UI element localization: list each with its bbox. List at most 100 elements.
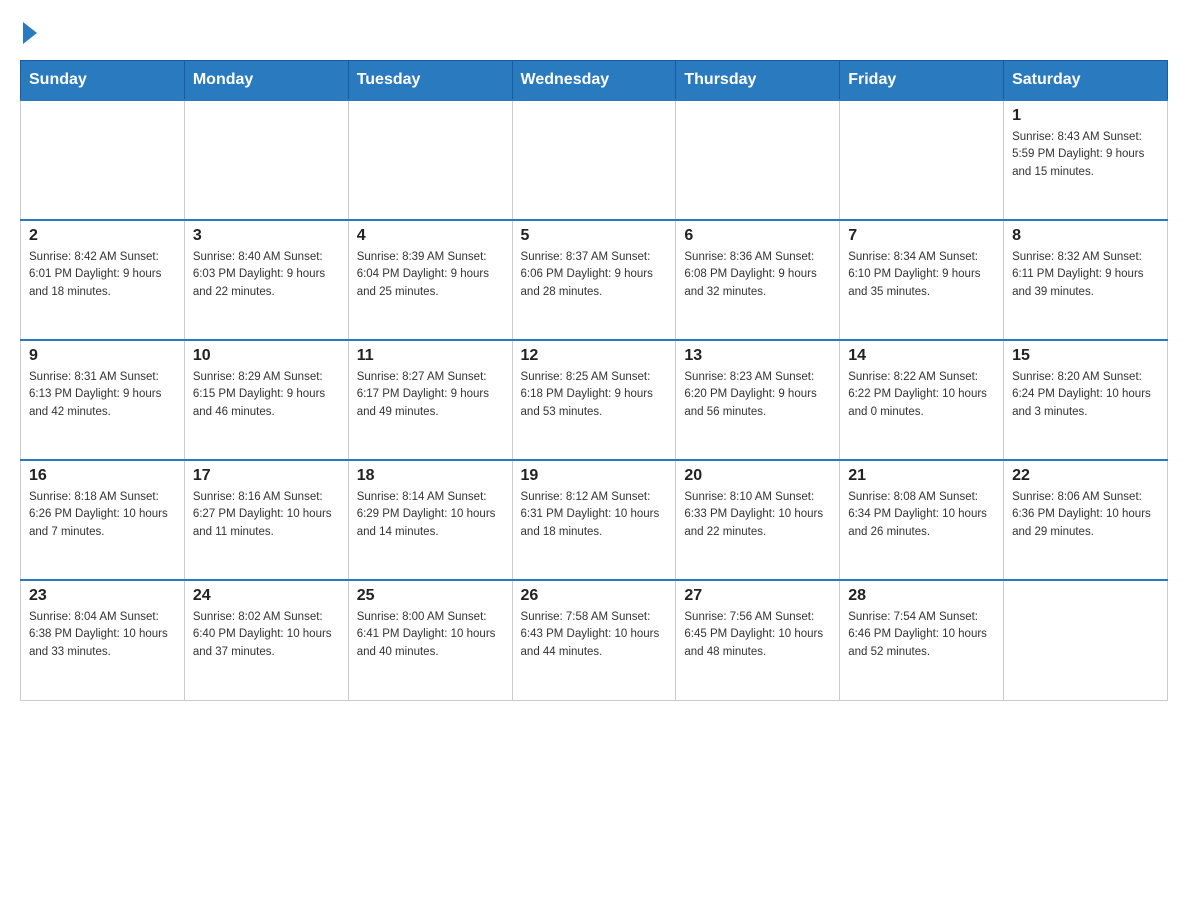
day-info: Sunrise: 8:02 AM Sunset: 6:40 PM Dayligh… (193, 609, 340, 661)
day-number: 6 (684, 227, 831, 245)
day-cell: 19 Sunrise: 8:12 AM Sunset: 6:31 PM Dayli… (512, 460, 676, 580)
weekday-header-wednesday: Wednesday (512, 61, 676, 101)
day-cell: 3 Sunrise: 8:40 AM Sunset: 6:03 PM Daylig… (184, 220, 348, 340)
day-info: Sunrise: 8:32 AM Sunset: 6:11 PM Dayligh… (1012, 249, 1159, 301)
day-number: 23 (29, 587, 176, 605)
day-info: Sunrise: 8:31 AM Sunset: 6:13 PM Dayligh… (29, 369, 176, 421)
day-cell (21, 100, 185, 220)
weekday-header-friday: Friday (840, 61, 1004, 101)
day-info: Sunrise: 8:00 AM Sunset: 6:41 PM Dayligh… (357, 609, 504, 661)
day-info: Sunrise: 8:08 AM Sunset: 6:34 PM Dayligh… (848, 489, 995, 541)
day-info: Sunrise: 8:25 AM Sunset: 6:18 PM Dayligh… (521, 369, 668, 421)
day-number: 2 (29, 227, 176, 245)
week-row-3: 9 Sunrise: 8:31 AM Sunset: 6:13 PM Daylig… (21, 340, 1168, 460)
day-info: Sunrise: 8:06 AM Sunset: 6:36 PM Dayligh… (1012, 489, 1159, 541)
day-number: 13 (684, 347, 831, 365)
day-cell: 11 Sunrise: 8:27 AM Sunset: 6:17 PM Dayli… (348, 340, 512, 460)
day-cell: 18 Sunrise: 8:14 AM Sunset: 6:29 PM Dayli… (348, 460, 512, 580)
week-row-1: 1 Sunrise: 8:43 AM Sunset: 5:59 PM Daylig… (21, 100, 1168, 220)
day-info: Sunrise: 8:23 AM Sunset: 6:20 PM Dayligh… (684, 369, 831, 421)
day-number: 5 (521, 227, 668, 245)
day-number: 3 (193, 227, 340, 245)
day-number: 11 (357, 347, 504, 365)
day-cell: 5 Sunrise: 8:37 AM Sunset: 6:06 PM Daylig… (512, 220, 676, 340)
weekday-header-tuesday: Tuesday (348, 61, 512, 101)
day-cell: 22 Sunrise: 8:06 AM Sunset: 6:36 PM Dayli… (1004, 460, 1168, 580)
day-cell: 16 Sunrise: 8:18 AM Sunset: 6:26 PM Dayli… (21, 460, 185, 580)
weekday-header-monday: Monday (184, 61, 348, 101)
day-info: Sunrise: 7:54 AM Sunset: 6:46 PM Dayligh… (848, 609, 995, 661)
day-cell: 14Sunrise: 8:22 AM Sunset: 6:22 PM Dayli… (840, 340, 1004, 460)
day-info: Sunrise: 8:20 AM Sunset: 6:24 PM Dayligh… (1012, 369, 1159, 421)
day-cell (348, 100, 512, 220)
logo-triangle-icon (23, 22, 37, 44)
day-number: 26 (521, 587, 668, 605)
day-info: Sunrise: 8:39 AM Sunset: 6:04 PM Dayligh… (357, 249, 504, 301)
weekday-header-row: SundayMondayTuesdayWednesdayThursdayFrid… (21, 61, 1168, 101)
week-row-5: 23 Sunrise: 8:04 AM Sunset: 6:38 PM Dayli… (21, 580, 1168, 700)
day-info: Sunrise: 8:43 AM Sunset: 5:59 PM Dayligh… (1012, 129, 1159, 181)
day-number: 18 (357, 467, 504, 485)
day-number: 22 (1012, 467, 1159, 485)
day-cell: 6 Sunrise: 8:36 AM Sunset: 6:08 PM Daylig… (676, 220, 840, 340)
day-cell: 17Sunrise: 8:16 AM Sunset: 6:27 PM Dayli… (184, 460, 348, 580)
day-number: 15 (1012, 347, 1159, 365)
day-number: 8 (1012, 227, 1159, 245)
day-info: Sunrise: 8:12 AM Sunset: 6:31 PM Dayligh… (521, 489, 668, 541)
week-row-2: 2 Sunrise: 8:42 AM Sunset: 6:01 PM Daylig… (21, 220, 1168, 340)
day-cell: 8 Sunrise: 8:32 AM Sunset: 6:11 PM Daylig… (1004, 220, 1168, 340)
day-number: 10 (193, 347, 340, 365)
day-number: 16 (29, 467, 176, 485)
day-info: Sunrise: 8:16 AM Sunset: 6:27 PM Dayligh… (193, 489, 340, 541)
day-info: Sunrise: 8:40 AM Sunset: 6:03 PM Dayligh… (193, 249, 340, 301)
weekday-header-saturday: Saturday (1004, 61, 1168, 101)
page-header (20, 20, 1168, 44)
day-info: Sunrise: 8:27 AM Sunset: 6:17 PM Dayligh… (357, 369, 504, 421)
day-info: Sunrise: 8:14 AM Sunset: 6:29 PM Dayligh… (357, 489, 504, 541)
day-number: 7 (848, 227, 995, 245)
day-cell: 1 Sunrise: 8:43 AM Sunset: 5:59 PM Daylig… (1004, 100, 1168, 220)
day-cell (512, 100, 676, 220)
day-cell (1004, 580, 1168, 700)
day-number: 9 (29, 347, 176, 365)
logo (20, 20, 37, 44)
day-number: 20 (684, 467, 831, 485)
day-number: 4 (357, 227, 504, 245)
day-info: Sunrise: 8:10 AM Sunset: 6:33 PM Dayligh… (684, 489, 831, 541)
day-number: 12 (521, 347, 668, 365)
day-cell (676, 100, 840, 220)
calendar-table: SundayMondayTuesdayWednesdayThursdayFrid… (20, 60, 1168, 701)
day-cell: 4 Sunrise: 8:39 AM Sunset: 6:04 PM Daylig… (348, 220, 512, 340)
day-info: Sunrise: 8:37 AM Sunset: 6:06 PM Dayligh… (521, 249, 668, 301)
day-info: Sunrise: 8:29 AM Sunset: 6:15 PM Dayligh… (193, 369, 340, 421)
day-info: Sunrise: 8:34 AM Sunset: 6:10 PM Dayligh… (848, 249, 995, 301)
day-info: Sunrise: 8:42 AM Sunset: 6:01 PM Dayligh… (29, 249, 176, 301)
day-cell: 10 Sunrise: 8:29 AM Sunset: 6:15 PM Dayli… (184, 340, 348, 460)
day-cell: 24Sunrise: 8:02 AM Sunset: 6:40 PM Dayli… (184, 580, 348, 700)
day-info: Sunrise: 8:36 AM Sunset: 6:08 PM Dayligh… (684, 249, 831, 301)
day-number: 21 (848, 467, 995, 485)
day-cell (840, 100, 1004, 220)
day-cell: 13 Sunrise: 8:23 AM Sunset: 6:20 PM Dayli… (676, 340, 840, 460)
day-cell: 26Sunrise: 7:58 AM Sunset: 6:43 PM Dayli… (512, 580, 676, 700)
day-info: Sunrise: 8:04 AM Sunset: 6:38 PM Dayligh… (29, 609, 176, 661)
weekday-header-thursday: Thursday (676, 61, 840, 101)
day-info: Sunrise: 8:18 AM Sunset: 6:26 PM Dayligh… (29, 489, 176, 541)
day-cell: 23 Sunrise: 8:04 AM Sunset: 6:38 PM Dayli… (21, 580, 185, 700)
day-cell (184, 100, 348, 220)
day-number: 19 (521, 467, 668, 485)
day-cell: 25 Sunrise: 8:00 AM Sunset: 6:41 PM Dayli… (348, 580, 512, 700)
day-cell: 9 Sunrise: 8:31 AM Sunset: 6:13 PM Daylig… (21, 340, 185, 460)
day-info: Sunrise: 8:22 AM Sunset: 6:22 PM Dayligh… (848, 369, 995, 421)
day-info: Sunrise: 7:56 AM Sunset: 6:45 PM Dayligh… (684, 609, 831, 661)
day-number: 25 (357, 587, 504, 605)
day-number: 28 (848, 587, 995, 605)
week-row-4: 16 Sunrise: 8:18 AM Sunset: 6:26 PM Dayli… (21, 460, 1168, 580)
day-cell: 21 Sunrise: 8:08 AM Sunset: 6:34 PM Dayli… (840, 460, 1004, 580)
day-cell: 12 Sunrise: 8:25 AM Sunset: 6:18 PM Dayli… (512, 340, 676, 460)
day-cell: 28 Sunrise: 7:54 AM Sunset: 6:46 PM Dayli… (840, 580, 1004, 700)
day-cell: 20 Sunrise: 8:10 AM Sunset: 6:33 PM Dayli… (676, 460, 840, 580)
day-cell: 7 Sunrise: 8:34 AM Sunset: 6:10 PM Daylig… (840, 220, 1004, 340)
day-number: 1 (1012, 107, 1159, 125)
day-cell: 27Sunrise: 7:56 AM Sunset: 6:45 PM Dayli… (676, 580, 840, 700)
